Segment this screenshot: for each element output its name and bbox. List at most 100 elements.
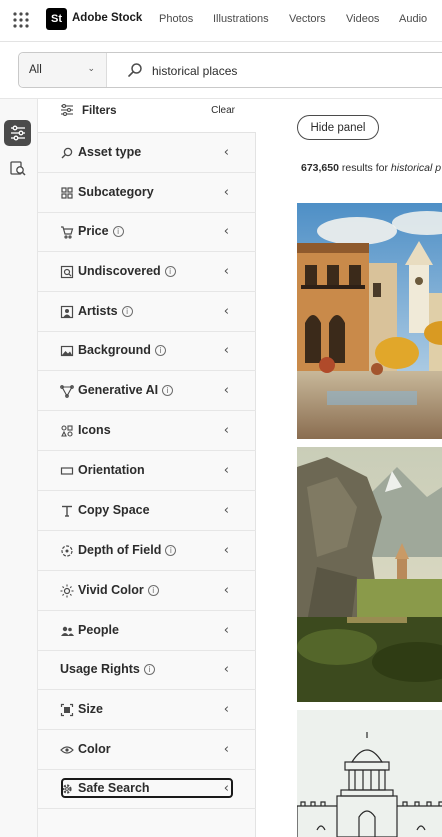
chevron-left-icon: ‹ xyxy=(223,304,229,319)
focus-ring xyxy=(61,778,233,798)
sliders-icon xyxy=(61,103,73,117)
filter-undiscovered[interactable]: Undiscovered i ‹ xyxy=(38,252,256,292)
filter-usage-rights[interactable]: Usage Rights i ‹ xyxy=(38,650,256,690)
filter-label: Undiscovered i xyxy=(78,264,176,278)
aperture-icon xyxy=(60,544,74,558)
info-icon[interactable]: i xyxy=(154,345,166,356)
eye-icon xyxy=(60,743,74,757)
info-icon[interactable]: i xyxy=(121,306,133,317)
result-thumbnail-2[interactable] xyxy=(297,447,442,702)
chevron-left-icon: ‹ xyxy=(223,264,229,279)
filter-depth-of-field[interactable]: Depth of Field i ‹ xyxy=(38,531,256,571)
brand-name[interactable]: Adobe Stock xyxy=(72,12,142,24)
filter-label: People xyxy=(78,623,119,637)
results-count: 673,650 results for historical p xyxy=(301,162,441,174)
info-icon[interactable]: i xyxy=(164,266,176,277)
adobe-stock-logo[interactable]: St xyxy=(46,8,67,30)
search-icon xyxy=(60,146,74,160)
chevron-left-icon: ‹ xyxy=(223,423,229,438)
filter-label: Generative AI i xyxy=(78,383,174,397)
clear-filters-button[interactable]: Clear xyxy=(211,105,235,116)
search-input[interactable] xyxy=(152,62,442,80)
chevron-left-icon: ‹ xyxy=(223,583,229,598)
nav-illustrations[interactable]: Illustrations xyxy=(213,13,269,25)
info-icon[interactable]: i xyxy=(165,545,177,556)
filter-label: Vivid Color i xyxy=(78,583,159,597)
cart-icon xyxy=(60,225,74,239)
info-icon[interactable]: i xyxy=(143,664,155,675)
hide-panel-button[interactable]: Hide panel xyxy=(297,115,379,140)
chevron-left-icon: ‹ xyxy=(223,463,229,478)
filter-asset-type[interactable]: Asset type ‹ xyxy=(38,133,256,173)
results-number: 673,650 xyxy=(301,162,339,174)
image-icon xyxy=(60,344,74,358)
filter-label: Copy Space xyxy=(78,503,150,517)
filter-people[interactable]: People ‹ xyxy=(38,611,256,651)
filter-label: Background i xyxy=(78,343,166,357)
results-area: Hide panel 673,650 results for historica… xyxy=(256,99,442,837)
filter-label-text: Size xyxy=(78,702,104,716)
filter-label-text: Usage Rights xyxy=(60,662,140,676)
filter-label-text: Depth of Field xyxy=(78,543,162,557)
filter-label-text: Artists xyxy=(78,304,118,318)
sliders-icon xyxy=(10,125,25,141)
filter-label: Price i xyxy=(78,224,124,238)
result-thumbnail-3[interactable] xyxy=(297,710,442,837)
chevron-left-icon: ‹ xyxy=(223,224,229,239)
filter-artists[interactable]: Artists i ‹ xyxy=(38,292,256,332)
filter-label: Usage Rights i xyxy=(60,662,155,676)
nav-vectors[interactable]: Vectors xyxy=(289,13,326,25)
results-text: results for xyxy=(338,162,391,174)
filter-icons[interactable]: Icons ‹ xyxy=(38,411,256,451)
chevron-left-icon: ‹ xyxy=(223,742,229,757)
generative-icon xyxy=(60,384,74,398)
search-icon xyxy=(128,63,142,77)
chevron-left-icon: ‹ xyxy=(223,543,229,558)
chevron-down-icon: ⌄ xyxy=(87,63,95,73)
filters-title: Filters xyxy=(82,105,117,117)
nav-photos[interactable]: Photos xyxy=(159,13,193,25)
filter-label-text: Orientation xyxy=(78,463,145,477)
nav-audio[interactable]: Audio xyxy=(399,13,427,25)
filter-label-text: Price xyxy=(78,224,109,238)
filter-label: Orientation xyxy=(78,463,145,477)
filter-generative-ai[interactable]: Generative AI i ‹ xyxy=(38,371,256,411)
filter-vivid-color[interactable]: Vivid Color i ‹ xyxy=(38,571,256,611)
people-icon xyxy=(60,624,74,638)
filters-toggle-button[interactable] xyxy=(4,120,31,146)
filter-label-text: Icons xyxy=(78,423,111,437)
filter-subcategory[interactable]: Subcategory ‹ xyxy=(38,173,256,213)
info-icon[interactable]: i xyxy=(147,585,159,596)
result-image-3 xyxy=(297,710,442,837)
chevron-left-icon: ‹ xyxy=(223,185,229,200)
artist-icon xyxy=(60,305,74,319)
filter-background[interactable]: Background i ‹ xyxy=(38,331,256,371)
filter-label: Color xyxy=(78,742,111,756)
filter-safe-search[interactable]: Safe Search ‹ xyxy=(38,769,256,809)
chevron-left-icon: ‹ xyxy=(223,623,229,638)
filter-copy-space[interactable]: Copy Space ‹ xyxy=(38,491,256,531)
filter-label-text: People xyxy=(78,623,119,637)
filter-label-text: Asset type xyxy=(78,145,142,159)
top-navigation-bar: St Adobe Stock Photos Illustrations Vect… xyxy=(0,0,442,42)
result-thumbnail-1[interactable] xyxy=(297,203,442,439)
search-row: All ⌄ xyxy=(0,42,442,99)
asset-type-dropdown[interactable]: All ⌄ xyxy=(19,53,107,87)
chevron-left-icon: ‹ xyxy=(223,343,229,358)
info-icon[interactable]: i xyxy=(162,385,174,396)
nav-videos[interactable]: Videos xyxy=(346,13,379,25)
filter-label-text: Generative AI xyxy=(78,383,159,397)
filter-color[interactable]: Color ‹ xyxy=(38,730,256,770)
filter-label: Depth of Field i xyxy=(78,543,177,557)
shapes-icon xyxy=(60,424,74,438)
filter-size[interactable]: Size ‹ xyxy=(38,690,256,730)
app-switcher-grid-icon[interactable] xyxy=(11,10,31,30)
filter-orientation[interactable]: Orientation ‹ xyxy=(38,451,256,491)
filter-price[interactable]: Price i ‹ xyxy=(38,212,256,252)
filter-label-text: Vivid Color xyxy=(78,583,144,597)
filter-label: Icons xyxy=(78,423,111,437)
info-icon[interactable]: i xyxy=(112,226,124,237)
results-query: historical p xyxy=(390,162,442,174)
visual-search-button[interactable] xyxy=(4,156,31,182)
orientation-icon xyxy=(60,464,74,478)
